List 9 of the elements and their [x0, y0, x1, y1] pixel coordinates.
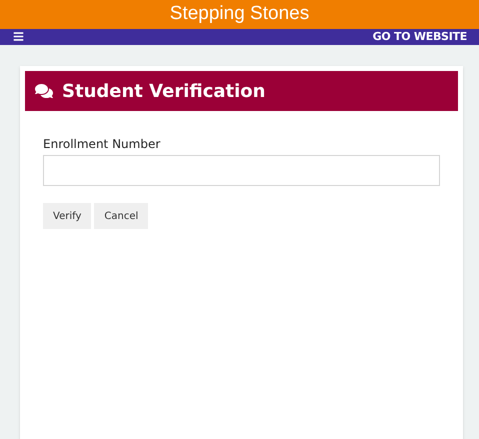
menu-icon[interactable]	[13, 31, 24, 42]
enrollment-input[interactable]	[43, 155, 440, 186]
site-title: Stepping Stones	[170, 2, 310, 26]
card-title: Student Verification	[62, 80, 266, 104]
form-button[interactable]: Cancel	[94, 203, 148, 229]
field-label: Enrollment Number	[43, 136, 162, 153]
form-button[interactable]: Verify	[43, 203, 92, 229]
chat-icon	[35, 83, 53, 99]
website-link[interactable]: GO TO WEBSITE	[372, 28, 467, 45]
